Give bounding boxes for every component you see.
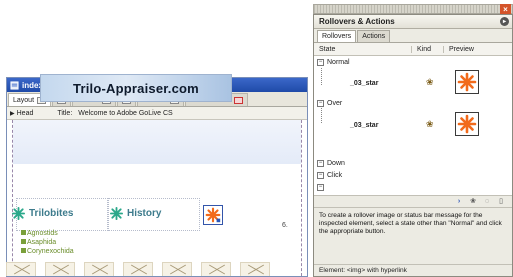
- tab-rollovers[interactable]: Rollovers: [317, 30, 357, 42]
- sublink-3[interactable]: Corynexochida: [21, 248, 74, 255]
- image-kind-icon: ❀: [426, 119, 434, 129]
- link-marker-icon: [21, 248, 26, 253]
- nav-label-history: History: [127, 208, 162, 219]
- asterisk-star-icon: [12, 207, 25, 220]
- image-kind-icon: ❀: [426, 77, 434, 87]
- trash-icon[interactable]: ▯: [496, 198, 506, 206]
- dimension-label: 6.: [282, 222, 288, 229]
- trilobite-thumbnail[interactable]: [84, 262, 114, 276]
- head-section-bar: ▶ Head Title: Welcome to Adobe GoLive CS: [7, 107, 307, 120]
- rollovers-actions-palette: Rollovers & Actions ▸ Rollovers Actions …: [313, 14, 513, 277]
- nav-label-trilobites: Trilobites: [29, 208, 74, 219]
- expand-icon[interactable]: −: [317, 184, 324, 191]
- orange-star-icon: [457, 114, 477, 134]
- column-headers: State Kind Preview: [314, 43, 512, 56]
- state-down[interactable]: − Down: [317, 160, 345, 167]
- tree-connector: [321, 106, 322, 123]
- golive-doc-icon: [10, 80, 19, 90]
- orange-star-icon: [205, 207, 221, 223]
- expand-triangle-icon[interactable]: ▶: [10, 110, 15, 117]
- create-rollover-icon[interactable]: ›: [454, 198, 464, 206]
- tab-actions[interactable]: Actions: [357, 30, 391, 42]
- canvas-background: [13, 120, 301, 164]
- site-banner[interactable]: Trilo-Appraiser.com: [40, 74, 232, 102]
- collapse-icon[interactable]: −: [317, 100, 324, 107]
- palette-menu-icon[interactable]: ▸: [500, 17, 509, 26]
- palette-status: Element: <img> with hyperlink: [314, 264, 512, 276]
- state-over-label: Over: [327, 100, 343, 107]
- trilobite-thumbnail[interactable]: [201, 262, 231, 276]
- expand-icon[interactable]: −: [317, 172, 324, 179]
- state-click-label: Click: [327, 172, 343, 179]
- image-icon[interactable]: ❀: [468, 198, 478, 206]
- collapse-icon[interactable]: −: [317, 59, 324, 66]
- state-over-element[interactable]: _03_star: [350, 122, 378, 129]
- trilobite-thumbnail[interactable]: [45, 262, 75, 276]
- state-click[interactable]: − Click: [317, 172, 342, 179]
- title-field[interactable]: Welcome to Adobe GoLive CS: [78, 110, 172, 117]
- link-marker-icon: [21, 230, 26, 235]
- palette-grip[interactable]: [313, 4, 513, 14]
- sublink-1-label: Agnostids: [27, 230, 58, 237]
- column-state[interactable]: State: [314, 45, 412, 53]
- trilobite-thumbnail[interactable]: [162, 262, 192, 276]
- tab-layout-label: Layout: [13, 96, 35, 104]
- status-message-icon[interactable]: ◌: [482, 198, 492, 206]
- trilobite-thumbnail[interactable]: [6, 262, 36, 276]
- state-more[interactable]: −: [317, 184, 327, 191]
- palette-title: Rollovers & Actions: [319, 17, 395, 26]
- palette-tabs: Rollovers Actions: [314, 29, 512, 43]
- expand-icon[interactable]: −: [317, 160, 324, 167]
- state-normal-label: Normal: [327, 59, 350, 66]
- screenshot: index.html * Layout Source Preview PDF P…: [0, 0, 513, 277]
- state-normal-element[interactable]: _03_star: [350, 80, 378, 87]
- selected-star-image[interactable]: [203, 205, 223, 225]
- sublink-2-label: Asaphida: [27, 239, 57, 246]
- tree-connector: [321, 68, 322, 85]
- title-label: Title:: [57, 109, 73, 117]
- normal-preview: [455, 70, 479, 94]
- orange-star-icon: [457, 72, 477, 92]
- state-list: − Normal _03_star ❀ − Over _03_star ❀ − …: [314, 56, 512, 196]
- nav-link-trilobites[interactable]: Trilobites: [12, 207, 73, 220]
- sublink-1[interactable]: Agnostids: [21, 230, 58, 237]
- state-down-label: Down: [327, 160, 345, 167]
- sublink-3-label: Corynexochida: [27, 248, 74, 255]
- state-normal[interactable]: − Normal: [317, 59, 350, 66]
- trilobite-thumbnail[interactable]: [240, 262, 270, 276]
- head-label: Head: [16, 109, 34, 117]
- trilobite-thumbnail-row: [6, 262, 279, 276]
- close-icon[interactable]: ×: [500, 4, 511, 14]
- column-kind[interactable]: Kind: [412, 45, 444, 53]
- link-marker-icon: [21, 239, 26, 244]
- column-preview[interactable]: Preview: [444, 46, 474, 53]
- palette-toolbar: › ❀ ◌ ▯: [314, 196, 512, 208]
- help-text: To create a rollover image or status bar…: [319, 212, 502, 235]
- sublink-2[interactable]: Asaphida: [21, 239, 56, 246]
- asterisk-star-icon: [110, 207, 123, 220]
- trilobite-thumbnail[interactable]: [123, 262, 153, 276]
- pdf-icon: [233, 96, 243, 104]
- state-over[interactable]: − Over: [317, 100, 342, 107]
- over-preview: [455, 112, 479, 136]
- nav-link-history[interactable]: History: [110, 207, 161, 220]
- palette-titlebar[interactable]: Rollovers & Actions ▸: [314, 15, 512, 29]
